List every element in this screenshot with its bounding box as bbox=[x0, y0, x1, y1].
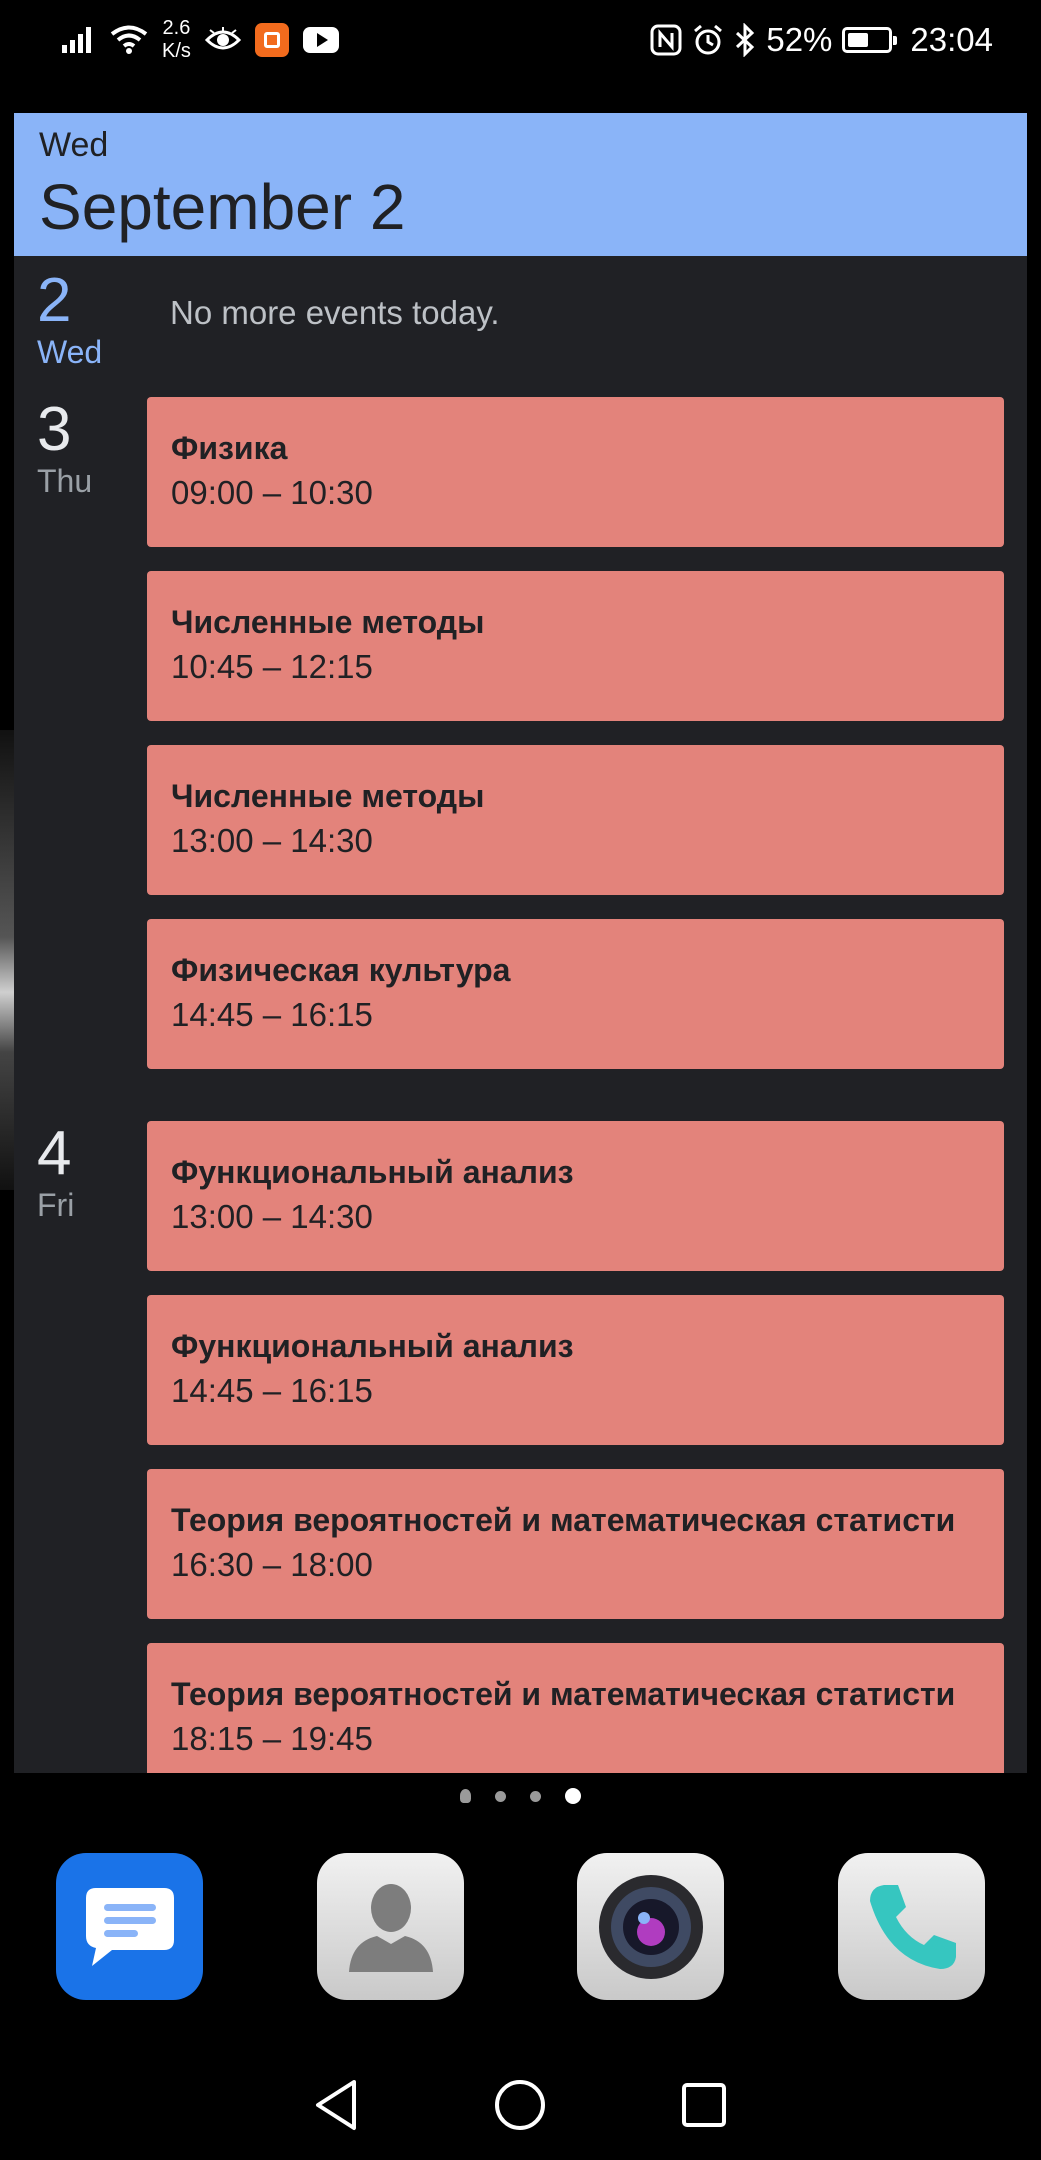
event-card[interactable]: Физика 09:00 – 10:30 bbox=[147, 397, 1004, 547]
page-dot-hint-icon[interactable] bbox=[460, 1789, 471, 1803]
page-indicator[interactable] bbox=[0, 1786, 1041, 1806]
event-card[interactable]: Численные методы 10:45 – 12:15 bbox=[147, 571, 1004, 721]
event-time: 10:45 – 12:15 bbox=[171, 648, 373, 685]
no-events-text: No more events today. bbox=[170, 294, 500, 331]
event-card[interactable]: Функциональный анализ 14:45 – 16:15 bbox=[147, 1295, 1004, 1445]
header-date: September 2 bbox=[39, 171, 406, 243]
messages-app-icon[interactable] bbox=[56, 1853, 203, 2000]
day-label[interactable]: 3 Thu bbox=[37, 395, 93, 500]
day-group: 4 Fri Функциональный анализ 13:00 – 14:3… bbox=[14, 1121, 1027, 1773]
phone-app-icon[interactable] bbox=[838, 1853, 985, 2000]
clock: 23:04 bbox=[910, 21, 993, 58]
event-time: 13:00 – 14:30 bbox=[171, 1198, 373, 1235]
nfc-icon bbox=[650, 24, 682, 56]
event-card[interactable]: Теория вероятностей и математическая ста… bbox=[147, 1643, 1004, 1773]
day-number: 3 bbox=[37, 395, 72, 464]
wifi-icon bbox=[110, 25, 148, 54]
event-card[interactable]: Теория вероятностей и математическая ста… bbox=[147, 1469, 1004, 1619]
day-number: 4 bbox=[37, 1119, 72, 1188]
back-button[interactable] bbox=[302, 2070, 372, 2140]
event-time: 13:00 – 14:30 bbox=[171, 822, 373, 859]
contacts-app-icon[interactable] bbox=[317, 1853, 464, 2000]
battery-icon bbox=[842, 27, 898, 53]
dock bbox=[0, 1853, 1041, 2003]
day-name: Fri bbox=[37, 1187, 75, 1223]
event-card[interactable]: Численные методы 13:00 – 14:30 bbox=[147, 745, 1004, 895]
status-bar: 2.6 K/s 52% 23:04 bbox=[0, 0, 1041, 80]
event-time: 14:45 – 16:15 bbox=[171, 996, 373, 1033]
event-time: 14:45 – 16:15 bbox=[171, 1372, 373, 1409]
eye-icon bbox=[204, 27, 241, 50]
navigation-bar bbox=[0, 2050, 1041, 2160]
day-group: 3 Thu Физика 09:00 – 10:30 Численные мет… bbox=[14, 397, 1027, 1121]
event-title: Функциональный анализ bbox=[171, 1328, 574, 1364]
home-screen: 2.6 K/s 52% 23:04 Wed September 2 2 Wed … bbox=[0, 0, 1041, 2160]
event-title: Физическая культура bbox=[171, 952, 511, 988]
recents-icon bbox=[682, 2083, 727, 2127]
day-group: 2 Wed No more events today. bbox=[14, 256, 1027, 397]
page-dot[interactable] bbox=[530, 1790, 541, 1802]
widget-header[interactable]: Wed September 2 bbox=[14, 113, 1027, 256]
network-speed: 2.6 K/s bbox=[162, 17, 191, 63]
event-time: 09:00 – 10:30 bbox=[171, 474, 373, 511]
battery-percent: 52% bbox=[766, 21, 833, 58]
event-title: Физика bbox=[171, 430, 288, 466]
alarm-icon bbox=[694, 24, 723, 55]
calendar-widget[interactable]: Wed September 2 2 Wed No more events tod… bbox=[14, 113, 1027, 1773]
header-weekday: Wed bbox=[39, 126, 109, 164]
home-button[interactable] bbox=[485, 2070, 555, 2140]
event-time: 18:15 – 19:45 bbox=[171, 1720, 373, 1757]
back-icon bbox=[315, 2080, 356, 2130]
day-label[interactable]: 2 Wed bbox=[37, 266, 103, 371]
camera-app-icon[interactable] bbox=[577, 1853, 724, 2000]
wallpaper bbox=[0, 730, 15, 1190]
event-card[interactable]: Физическая культура 14:45 – 16:15 bbox=[147, 919, 1004, 1069]
mi-app-icon bbox=[254, 23, 289, 57]
bluetooth-icon bbox=[736, 23, 755, 57]
day-name: Thu bbox=[37, 463, 93, 499]
battery-level bbox=[848, 33, 869, 47]
signal-icon bbox=[62, 27, 91, 53]
recents-button[interactable] bbox=[669, 2070, 739, 2140]
event-title: Численные методы bbox=[171, 604, 485, 640]
event-time: 16:30 – 18:00 bbox=[171, 1546, 373, 1583]
youtube-icon bbox=[302, 27, 339, 53]
page-dot[interactable] bbox=[495, 1790, 506, 1802]
event-title: Численные методы bbox=[171, 778, 485, 814]
day-label[interactable]: 4 Fri bbox=[37, 1119, 75, 1224]
event-title: Функциональный анализ bbox=[171, 1154, 574, 1190]
home-icon bbox=[495, 2080, 546, 2130]
page-dot-active[interactable] bbox=[565, 1788, 581, 1804]
speed-value: 2.6 bbox=[162, 17, 191, 39]
day-name: Wed bbox=[37, 334, 103, 370]
event-title: Теория вероятностей и математическая ста… bbox=[171, 1676, 956, 1712]
event-title: Теория вероятностей и математическая ста… bbox=[171, 1502, 956, 1538]
event-card[interactable]: Функциональный анализ 13:00 – 14:30 bbox=[147, 1121, 1004, 1271]
day-number: 2 bbox=[37, 266, 72, 335]
speed-unit: K/s bbox=[162, 40, 191, 62]
